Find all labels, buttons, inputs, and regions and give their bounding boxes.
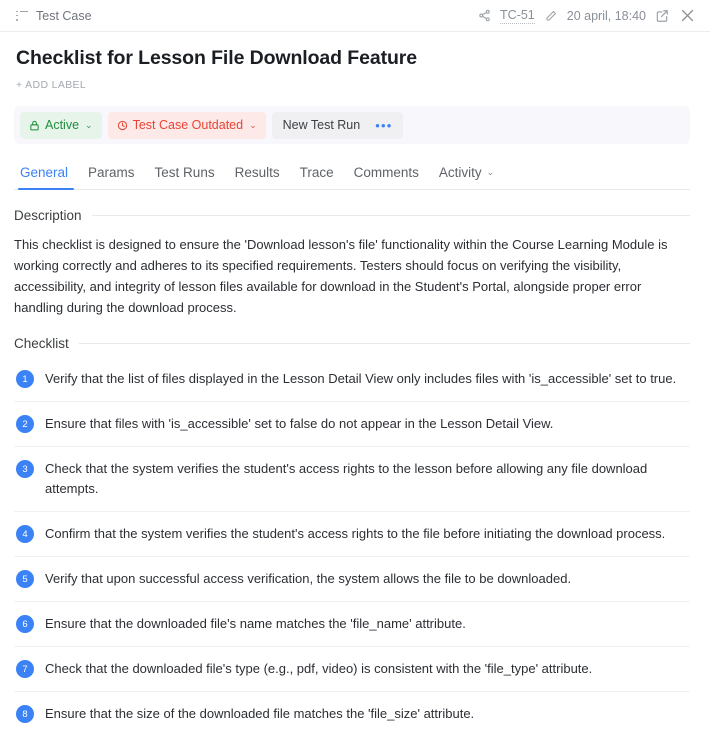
breadcrumb-label: Test Case [36, 8, 92, 23]
tab-results[interactable]: Results [225, 165, 290, 189]
list-item-text: Verify that upon successful access verif… [45, 571, 572, 587]
close-icon[interactable] [678, 7, 696, 25]
list-item-number: 8 [16, 705, 34, 724]
chevron-down-icon: ⌄ [486, 167, 495, 178]
tab-activity-label: Activity [438, 165, 482, 181]
add-label-button[interactable]: + ADD LABEL [16, 79, 86, 91]
tab-comments[interactable]: Comments [344, 165, 429, 189]
checklist-section: Checklist 1 Verify that the list of file… [14, 336, 690, 736]
list-item-text: Ensure that files with 'is_accessible' s… [45, 416, 554, 432]
action-toolbar: Active ⌄ Test Case Outdated ⌄ New Test R… [14, 106, 690, 145]
list-item-text: Ensure that the downloaded file's name m… [45, 616, 466, 632]
tab-general[interactable]: General [14, 165, 78, 191]
tab-activity[interactable]: Activity ⌄ [429, 165, 504, 189]
list-item[interactable]: 5 Verify that upon successful access ver… [14, 557, 690, 603]
lock-icon [29, 120, 40, 131]
pencil-icon[interactable] [542, 7, 560, 25]
tab-test-runs[interactable]: Test Runs [145, 165, 225, 189]
status-badge-outdated-label: Test Case Outdated [132, 118, 244, 133]
status-badge-outdated[interactable]: Test Case Outdated ⌄ [107, 111, 266, 139]
list-item-number: 2 [16, 415, 34, 434]
list-item[interactable]: 1 Verify that the list of files displaye… [14, 357, 690, 403]
top-bar: Test Case TC-51 20 april, 18:40 [0, 0, 710, 32]
test-case-id[interactable]: TC-51 [500, 8, 535, 24]
page-title: Checklist for Lesson File Download Featu… [16, 47, 418, 69]
list-item-number: 4 [16, 525, 34, 544]
list-item-text: Verify that the list of files displayed … [45, 371, 677, 387]
list-item[interactable]: 3 Check that the system verifies the stu… [14, 447, 690, 513]
list-item[interactable]: 8 Ensure that the size of the downloaded… [14, 692, 690, 736]
chevron-down-icon: ⌄ [85, 119, 93, 130]
list-item-text: Ensure that the size of the downloaded f… [45, 706, 475, 722]
description-body: This checklist is designed to ensure the… [14, 237, 668, 316]
list-item[interactable]: 6 Ensure that the downloaded file's name… [14, 602, 690, 648]
description-heading-row: Description [14, 208, 690, 223]
more-options-icon[interactable]: ••• [371, 112, 403, 139]
chevron-down-icon: ⌄ [249, 119, 257, 130]
external-link-icon[interactable] [653, 7, 671, 25]
list-item-number: 1 [16, 370, 34, 389]
tab-results-label: Results [234, 165, 280, 181]
list-item-number: 5 [16, 570, 34, 589]
divider [91, 215, 690, 217]
tab-comments-label: Comments [353, 165, 419, 181]
divider [78, 343, 690, 345]
new-test-run-group: New Test Run ••• [271, 111, 404, 139]
new-test-run-button[interactable]: New Test Run [272, 112, 372, 139]
list-item[interactable]: 2 Ensure that files with 'is_accessible'… [14, 402, 690, 448]
list-icon [16, 10, 28, 21]
description-section: Description This checklist is designed t… [14, 208, 690, 318]
list-item-number: 3 [16, 460, 34, 479]
tab-params-label: Params [88, 165, 135, 181]
checklist-heading: Checklist [14, 336, 69, 352]
top-bar-meta: TC-51 20 april, 18:40 [475, 7, 696, 25]
checklist-list: 1 Verify that the list of files displaye… [14, 357, 690, 736]
list-item-text: Check that the system verifies the stude… [45, 461, 648, 497]
description-heading: Description [14, 208, 82, 224]
list-item-text: Confirm that the system verifies the stu… [45, 526, 666, 542]
share-icon[interactable] [475, 7, 493, 25]
list-item[interactable]: 7 Check that the downloaded file's type … [14, 647, 690, 693]
title-section: Checklist for Lesson File Download Featu… [0, 32, 710, 93]
tab-trace-label: Trace [299, 165, 334, 181]
clock-icon [117, 120, 128, 131]
tab-general-label: General [20, 165, 69, 181]
status-badge-active-label: Active [45, 118, 80, 133]
breadcrumb[interactable]: Test Case [16, 9, 92, 23]
tab-trace[interactable]: Trace [290, 165, 344, 189]
list-item-number: 6 [16, 615, 34, 634]
checklist-heading-row: Checklist [14, 336, 690, 351]
modified-date: 20 april, 18:40 [566, 8, 646, 23]
status-badge-active[interactable]: Active ⌄ [20, 111, 102, 139]
tab-test-runs-label: Test Runs [154, 165, 215, 181]
list-item-text: Check that the downloaded file's type (e… [45, 661, 593, 677]
list-item[interactable]: 4 Confirm that the system verifies the s… [14, 512, 690, 558]
tab-bar: General Params Test Runs Results Trace C… [14, 158, 690, 191]
tab-params[interactable]: Params [78, 165, 145, 189]
list-item-number: 7 [16, 660, 34, 679]
